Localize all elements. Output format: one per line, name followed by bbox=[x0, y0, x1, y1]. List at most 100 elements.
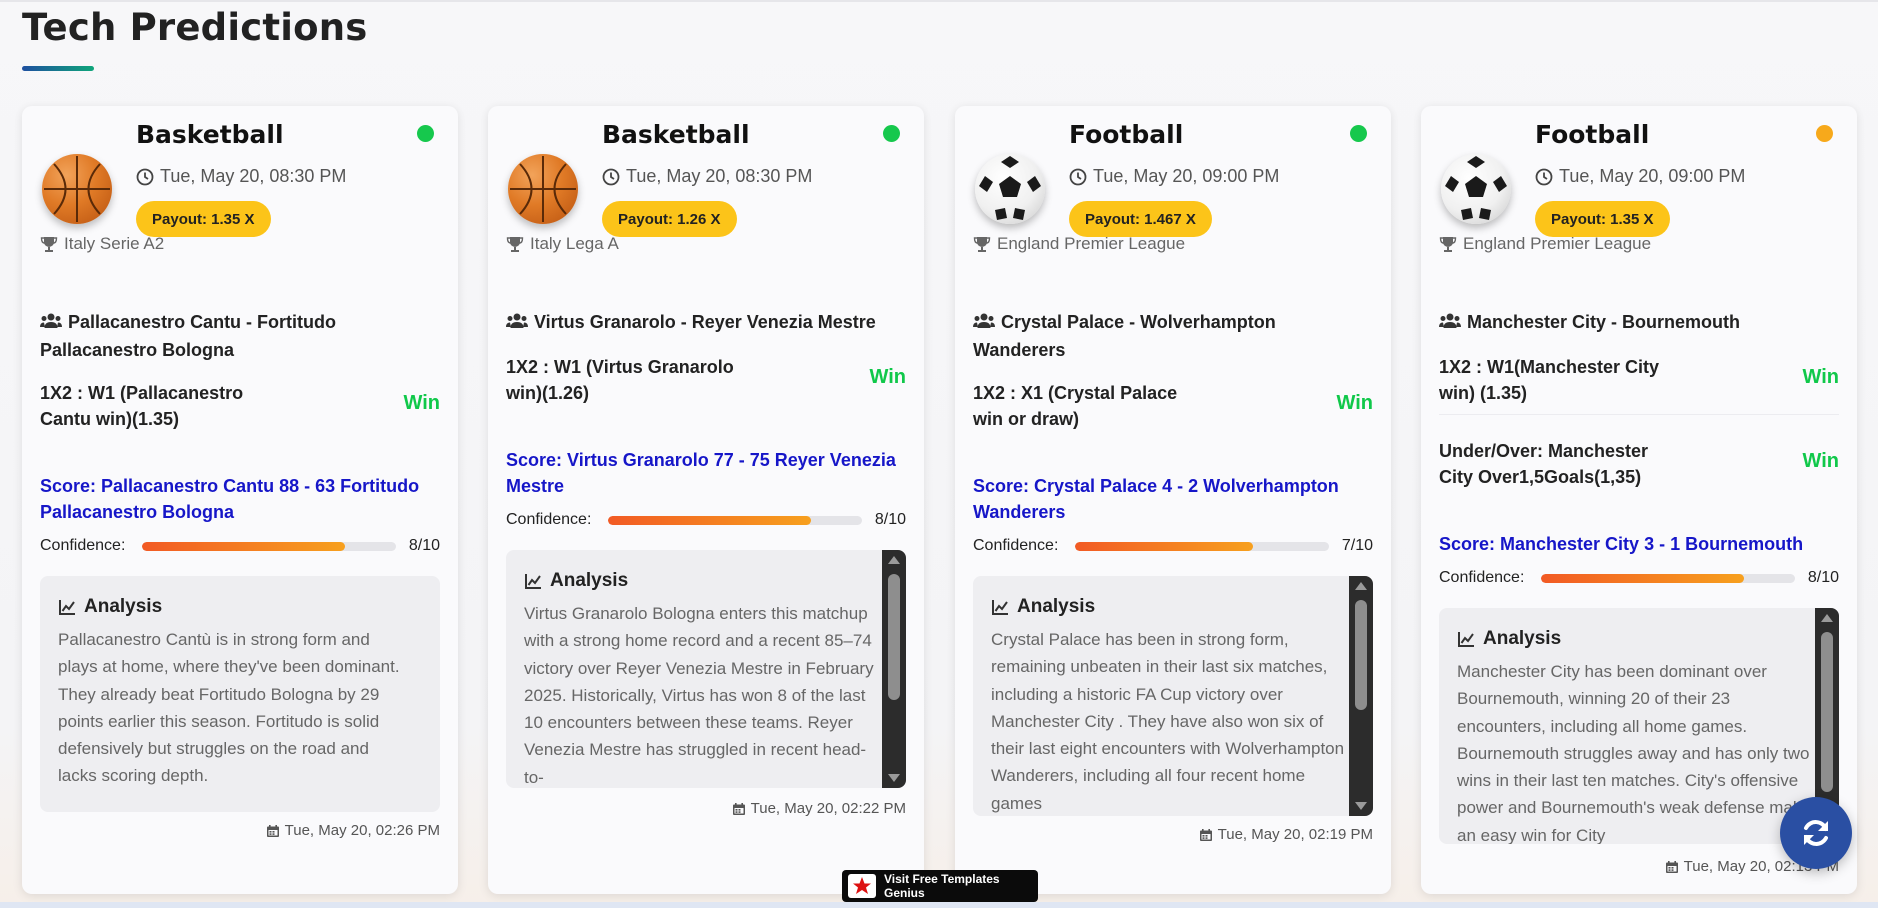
analysis-text: Crystal Palace has been in strong form, … bbox=[991, 630, 1345, 813]
payout-badge: Payout: 1.35 X bbox=[136, 201, 271, 237]
prediction-card: Basketball Tue, May 20, 08:30 PM Payout:… bbox=[488, 106, 924, 894]
promo-badge[interactable]: Visit Free Templates Genius bbox=[842, 870, 1038, 902]
scroll-down-arrow[interactable] bbox=[888, 774, 900, 782]
trophy-icon bbox=[1439, 237, 1457, 252]
bet-row: 1X2 : W1(Manchester City win) (1.35) Win bbox=[1439, 354, 1839, 406]
payout-badge: Payout: 1.26 X bbox=[602, 201, 737, 237]
users-icon bbox=[1439, 311, 1461, 337]
score: Score: Virtus Granarolo 77 - 75 Reyer Ve… bbox=[506, 450, 896, 496]
analysis-text: Manchester City has been dominant over B… bbox=[1457, 662, 1811, 844]
confidence-label: Confidence: bbox=[40, 537, 126, 554]
analysis-title: Analysis bbox=[524, 570, 628, 592]
score: Score: Crystal Palace 4 - 2 Wolverhampto… bbox=[973, 476, 1339, 522]
scroll-up-arrow[interactable] bbox=[888, 556, 900, 564]
match-time: Tue, May 20, 08:30 PM bbox=[136, 166, 346, 187]
prediction-card: Football Tue, May 20, 09:00 PM Payout: 1… bbox=[1421, 106, 1857, 894]
prediction-card: Basketball Tue, May 20, 08:30 PM Payout:… bbox=[22, 106, 458, 894]
bet-text: 1X2 : W1 (Virtus Granarolo win)(1.26) bbox=[506, 357, 734, 403]
scroll-thumb[interactable] bbox=[888, 574, 900, 700]
confidence-fill bbox=[1541, 573, 1745, 583]
bet-row: 1X2 : W1 (Virtus Granarolo win)(1.26) Wi… bbox=[506, 354, 906, 406]
confidence-row: Confidence: 8/10 bbox=[40, 535, 440, 557]
bet-result: Win bbox=[1802, 366, 1839, 388]
payout-badge: Payout: 1.35 X bbox=[1535, 201, 1670, 237]
chart-line-icon bbox=[1458, 632, 1474, 647]
scroll-down-arrow[interactable] bbox=[1355, 802, 1367, 810]
analysis-title-text: Analysis bbox=[1017, 596, 1096, 617]
refresh-button[interactable] bbox=[1780, 797, 1852, 869]
sport-name: Football bbox=[1069, 120, 1184, 149]
clock-icon bbox=[1535, 168, 1553, 185]
clock-icon bbox=[602, 168, 620, 185]
posted-time: Tue, May 20, 02:19 PM bbox=[1199, 826, 1373, 843]
league-name: England Premier League bbox=[1463, 234, 1652, 253]
basketball-icon bbox=[508, 154, 578, 224]
users-icon bbox=[40, 311, 62, 337]
posted-time-text: Tue, May 20, 02:22 PM bbox=[750, 800, 906, 817]
match-time: Tue, May 20, 09:00 PM bbox=[1069, 166, 1279, 187]
soccer-ball-icon bbox=[1441, 154, 1511, 224]
confidence-label: Confidence: bbox=[1439, 569, 1525, 586]
users-icon bbox=[973, 311, 995, 337]
bet-text: Under/Over: Manchester City Over1,5Goals… bbox=[1439, 441, 1649, 487]
status-dot bbox=[1816, 125, 1833, 142]
bottom-strip bbox=[0, 902, 1878, 908]
bet-text: 1X2 : W1 (Pallacanestro Cantu win)(1.35) bbox=[40, 383, 244, 429]
calendar-icon bbox=[732, 802, 745, 815]
teams-text: Manchester City - Bournemouth bbox=[1467, 312, 1741, 332]
confidence-fill bbox=[1075, 541, 1253, 551]
match-time: Tue, May 20, 08:30 PM bbox=[602, 166, 812, 187]
calendar-icon bbox=[266, 824, 279, 837]
trophy-icon bbox=[506, 237, 524, 252]
refresh-icon bbox=[1804, 820, 1828, 846]
confidence-row: Confidence: 8/10 bbox=[1439, 567, 1839, 589]
bet-result: Win bbox=[403, 392, 440, 414]
league-name: England Premier League bbox=[997, 234, 1186, 253]
prediction-card: Football Tue, May 20, 09:00 PM Payout: 1… bbox=[955, 106, 1391, 894]
star-logo-icon bbox=[848, 874, 876, 898]
analysis-title: Analysis bbox=[991, 596, 1095, 618]
soccer-ball-icon bbox=[975, 154, 1045, 224]
analysis-box: Analysis Pallacanestro Cantù is in stron… bbox=[40, 576, 440, 812]
clock-icon bbox=[1069, 168, 1087, 185]
trophy-icon bbox=[40, 237, 58, 252]
league-name: Italy Serie A2 bbox=[64, 234, 165, 253]
teams-text: Pallacanestro Cantu - Fortitudo Pallacan… bbox=[40, 312, 337, 360]
scroll-thumb[interactable] bbox=[1821, 632, 1833, 792]
analysis-scrollbar[interactable] bbox=[882, 550, 906, 788]
confidence-fill bbox=[142, 541, 346, 551]
posted-time: Tue, May 20, 02:22 PM bbox=[732, 800, 906, 817]
users-icon bbox=[506, 311, 528, 337]
calendar-icon bbox=[1199, 828, 1212, 841]
status-dot bbox=[417, 125, 434, 142]
confidence-label: Confidence: bbox=[973, 537, 1059, 554]
chart-line-icon bbox=[59, 600, 75, 615]
confidence-row: Confidence: 7/10 bbox=[973, 535, 1373, 557]
basketball-icon bbox=[42, 154, 112, 224]
clock-icon bbox=[136, 168, 154, 185]
score: Score: Manchester City 3 - 1 Bournemouth bbox=[1439, 534, 1804, 554]
calendar-icon bbox=[1665, 860, 1678, 873]
scroll-up-arrow[interactable] bbox=[1355, 582, 1367, 590]
teams: Pallacanestro Cantu - Fortitudo Pallacan… bbox=[40, 309, 420, 363]
match-time-text: Tue, May 20, 09:00 PM bbox=[1559, 166, 1746, 186]
bet-result: Win bbox=[869, 366, 906, 388]
analysis-title-text: Analysis bbox=[84, 596, 163, 617]
match-time-text: Tue, May 20, 08:30 PM bbox=[160, 166, 347, 186]
league: Italy Serie A2 bbox=[40, 234, 164, 254]
title-underline bbox=[22, 66, 94, 71]
posted-time-text: Tue, May 20, 02:19 PM bbox=[1217, 826, 1373, 843]
scroll-thumb[interactable] bbox=[1355, 600, 1367, 710]
trophy-icon bbox=[973, 237, 991, 252]
confidence-value: 8/10 bbox=[874, 511, 906, 528]
bet-result: Win bbox=[1802, 450, 1839, 472]
bet-row: 1X2 : X1 (Crystal Palace win or draw) Wi… bbox=[973, 380, 1373, 432]
posted-time-text: Tue, May 20, 02:26 PM bbox=[284, 822, 440, 839]
confidence-bar bbox=[1541, 573, 1795, 583]
status-dot bbox=[883, 125, 900, 142]
top-border bbox=[0, 0, 1878, 2]
bet-text: 1X2 : W1(Manchester City win) (1.35) bbox=[1439, 357, 1660, 403]
analysis-scrollbar[interactable] bbox=[1349, 576, 1373, 816]
scroll-up-arrow[interactable] bbox=[1821, 614, 1833, 622]
confidence-value: 7/10 bbox=[1341, 537, 1373, 554]
